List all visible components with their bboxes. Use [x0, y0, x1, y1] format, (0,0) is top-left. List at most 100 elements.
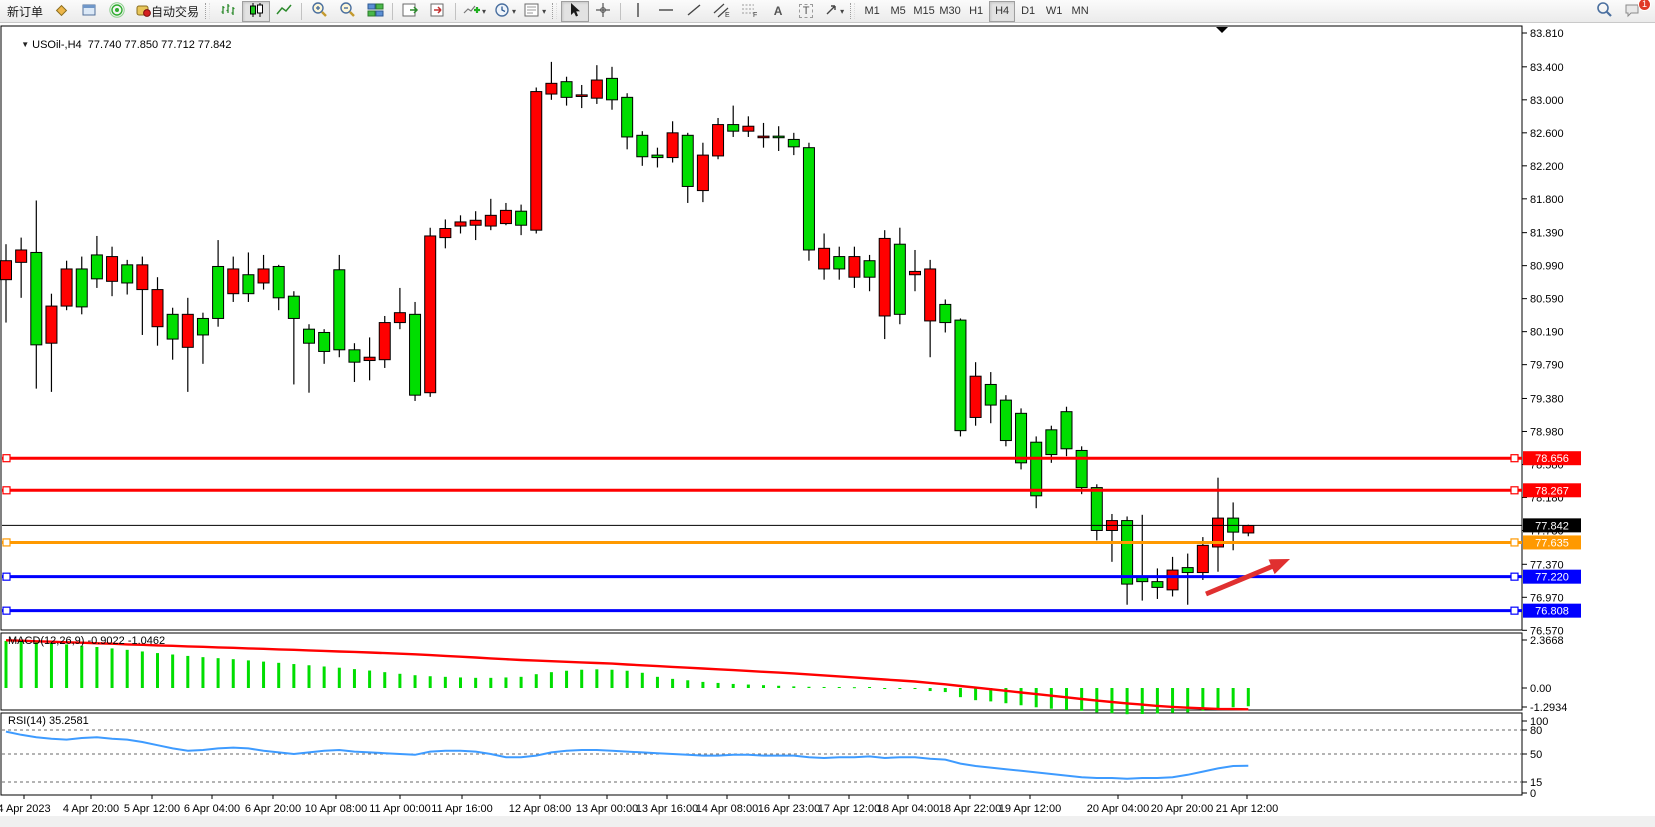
vertical-line-icon [632, 2, 644, 21]
macd-histogram-bar [429, 676, 432, 688]
macd-histogram-bar [914, 688, 917, 689]
autotrading-button[interactable]: 自动交易 [131, 1, 203, 22]
toolbar-gripper[interactable] [552, 3, 557, 19]
timeframe-label: H4 [995, 5, 1009, 17]
horizontal-line-tool-button[interactable] [652, 1, 680, 22]
signals-button[interactable] [103, 1, 131, 22]
toolbar-gripper[interactable] [205, 3, 210, 19]
line-chart-mode-button[interactable] [270, 1, 298, 22]
timeframe-m30-button[interactable]: M30 [937, 1, 963, 22]
timeframe-label: M5 [890, 5, 905, 17]
chart-collapse-icon[interactable]: ▼ [21, 40, 29, 49]
chart-shift-button[interactable] [424, 1, 452, 22]
timeframe-d1-button[interactable]: D1 [1015, 1, 1041, 22]
tile-windows-button[interactable] [361, 1, 389, 22]
line-handle[interactable] [3, 455, 10, 462]
timeframe-h1-button[interactable]: H1 [963, 1, 989, 22]
candle-body [1016, 413, 1027, 463]
macd-histogram-bar [853, 687, 856, 688]
chart-canvas[interactable]: 83.81083.40083.00082.60082.20081.80081.3… [0, 23, 1655, 827]
candle-body [925, 269, 936, 321]
macd-histogram-bar [883, 688, 886, 689]
candle-body [213, 266, 224, 318]
candle-body [228, 269, 239, 294]
equidistant-channel-tool-button[interactable]: E [708, 1, 736, 22]
text-tool-button[interactable]: A [764, 1, 792, 22]
main-toolbar: 新订单 自动交易 [0, 0, 1655, 23]
new-order-button[interactable]: 新订单 [3, 1, 47, 22]
templates-button[interactable]: ▾ [520, 1, 550, 22]
macd-histogram-bar [1050, 688, 1053, 709]
crosshair-tool-button[interactable] [589, 1, 617, 22]
macd-histogram-bar [398, 674, 401, 688]
timeframe-w1-button[interactable]: W1 [1041, 1, 1067, 22]
macd-histogram-bar [686, 680, 689, 688]
line-handle[interactable] [1511, 607, 1518, 614]
candle-body [107, 257, 118, 282]
arrows-tool-button[interactable]: ▾ [820, 1, 848, 22]
candle-body [1, 261, 12, 280]
macd-histogram-bar [383, 672, 386, 688]
macd-histogram-bar [838, 687, 841, 688]
macd-histogram-bar [444, 677, 447, 688]
line-handle[interactable] [1511, 455, 1518, 462]
line-handle[interactable] [3, 607, 10, 614]
timeframe-h4-button[interactable]: H4 [989, 1, 1015, 22]
time-tick-label: 6 Apr 20:00 [245, 803, 301, 815]
bar-chart-mode-button[interactable] [214, 1, 242, 22]
toolbar-gripper[interactable] [850, 3, 855, 19]
macd-histogram-bar [1171, 688, 1174, 713]
macd-histogram-bar [141, 651, 144, 688]
timeframe-label: M30 [939, 5, 960, 17]
candlestick-mode-button[interactable] [242, 1, 270, 22]
candle-body [137, 265, 148, 290]
timeframe-mn-button[interactable]: MN [1067, 1, 1093, 22]
price-tag-label: 77.635 [1535, 537, 1569, 549]
timeframe-m5-button[interactable]: M5 [885, 1, 911, 22]
timeframe-m1-button[interactable]: M1 [859, 1, 885, 22]
timeframe-m15-button[interactable]: M15 [911, 1, 937, 22]
macd-histogram-bar [807, 687, 810, 688]
signal-icon [109, 2, 125, 21]
terminal-button[interactable] [75, 1, 103, 22]
market-depth-button[interactable] [47, 1, 75, 22]
periods-button[interactable]: ▾ [490, 1, 520, 22]
line-handle[interactable] [1511, 539, 1518, 546]
macd-histogram-bar [414, 675, 417, 688]
candle-body [1122, 521, 1133, 585]
candle-body [591, 80, 602, 98]
time-tick-label: 5 Apr 12:00 [124, 803, 180, 815]
auto-scroll-button[interactable] [396, 1, 424, 22]
search-button[interactable] [1590, 1, 1618, 22]
macd-histogram-bar [5, 641, 8, 688]
candle-body [76, 269, 87, 307]
time-tick-label: 4 Apr 20:00 [63, 803, 119, 815]
notifications-button[interactable]: 1 [1618, 1, 1646, 22]
fibonacci-tool-button[interactable]: F [736, 1, 764, 22]
terminal-window-icon [81, 2, 97, 21]
rsi-axis-label: 50 [1530, 749, 1542, 761]
candle-body [1031, 442, 1042, 496]
time-tick-label: 13 Apr 16:00 [636, 803, 698, 815]
rsi-axis-label: 0 [1530, 788, 1536, 800]
time-tick-label: 13 Apr 00:00 [576, 803, 638, 815]
toolbar-separator [455, 3, 456, 20]
line-handle[interactable] [1511, 573, 1518, 580]
line-handle[interactable] [3, 573, 10, 580]
price-tick-label: 81.800 [1530, 194, 1564, 206]
candle-body [713, 125, 724, 156]
price-tick-label: 79.790 [1530, 360, 1564, 372]
trendline-tool-button[interactable] [680, 1, 708, 22]
line-handle[interactable] [3, 539, 10, 546]
add-indicator-icon [463, 2, 480, 21]
macd-histogram-bar [717, 683, 720, 688]
vertical-line-tool-button[interactable] [624, 1, 652, 22]
cursor-tool-button[interactable] [561, 1, 589, 22]
zoom-in-button[interactable] [305, 1, 333, 22]
line-handle[interactable] [3, 487, 10, 494]
candle-body [758, 136, 769, 138]
zoom-out-button[interactable] [333, 1, 361, 22]
label-tool-button[interactable]: T [792, 1, 820, 22]
line-handle[interactable] [1511, 487, 1518, 494]
indicators-button[interactable]: ▾ [459, 1, 490, 22]
